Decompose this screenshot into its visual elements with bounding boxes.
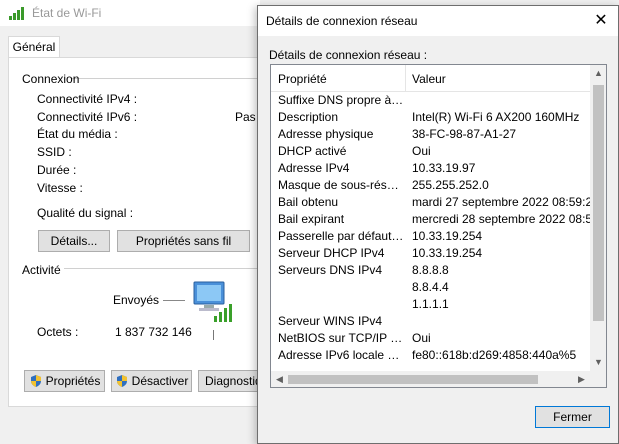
list-header: Propriété Valeur (271, 65, 591, 92)
details-button[interactable]: Détails... (38, 230, 110, 252)
close-icon[interactable]: ✕ (591, 12, 611, 30)
wifi-signal-icon (9, 7, 24, 20)
property-name: Description (278, 110, 339, 124)
properties-button-label: Propriétés (45, 374, 101, 388)
property-value: 38-FC-98-87-A1-27 (412, 127, 517, 141)
property-value: mercredi 28 septembre 2022 08:59:17 (412, 212, 607, 226)
divider (72, 78, 258, 79)
property-value: 255.255.252.0 (412, 178, 489, 192)
list-item[interactable]: Description Intel(R) Wi-Fi 6 AX200 160MHz (271, 109, 591, 126)
property-value: Oui (412, 144, 431, 158)
ipv4-connectivity-label: Connectivité IPv4 : (37, 92, 138, 106)
list-item[interactable]: 1.1.1.1 (271, 296, 591, 313)
activity-group-label: Activité (22, 263, 61, 277)
signal-quality-label: Qualité du signal : (37, 206, 134, 220)
connexion-group-label: Connexion (22, 72, 80, 86)
list-item[interactable]: 8.8.4.4 (271, 279, 591, 296)
scrollbar-thumb[interactable] (593, 85, 604, 321)
network-activity-icon (193, 281, 232, 322)
list-item[interactable]: Adresse IPv6 locale de li... fe80::618b:d… (271, 347, 591, 364)
disable-button-label: Désactiver (131, 374, 189, 388)
list-item[interactable]: Adresse physique 38-FC-98-87-A1-27 (271, 126, 591, 143)
property-name: Passerelle par défaut IPv4 (278, 229, 404, 243)
scrollbar-corner (590, 371, 606, 387)
property-name: DHCP activé (278, 144, 347, 158)
uac-shield-icon (116, 375, 127, 387)
title-bar: État de Wi-Fi (0, 0, 260, 26)
property-value: 10.33.19.254 (412, 246, 483, 260)
property-value: 1.1.1.1 (412, 297, 449, 311)
property-value: Intel(R) Wi-Fi 6 AX200 160MHz (412, 110, 580, 124)
list-item[interactable]: Bail obtenu mardi 27 septembre 2022 08:59… (271, 194, 599, 211)
property-value: fe80::618b:d269:4858:440a%5 (412, 348, 577, 362)
property-name: Bail expirant (278, 212, 345, 226)
list-item[interactable]: NetBIOS sur TCP/IP act... Oui (271, 330, 591, 347)
list-item[interactable]: Adresse IPv4 10.33.19.97 (271, 160, 591, 177)
scroll-up-icon[interactable]: ▲ (590, 65, 606, 82)
property-name: Bail obtenu (278, 195, 339, 209)
scrollbar-thumb[interactable] (288, 375, 538, 384)
duration-label: Durée : (37, 163, 77, 177)
dialog-title: Détails de connexion réseau (266, 14, 418, 28)
list-item[interactable]: Serveur DHCP IPv4 10.33.19.254 (271, 245, 591, 262)
column-header-value[interactable]: Valeur (412, 72, 446, 86)
uac-shield-icon (30, 375, 41, 387)
list-item[interactable]: DHCP activé Oui (271, 143, 591, 160)
scroll-left-icon[interactable]: ◀ (271, 371, 288, 387)
divider (213, 330, 214, 340)
divider (64, 268, 258, 269)
octets-sent-value: 1 837 732 146 (115, 325, 192, 339)
property-value: 10.33.19.97 (412, 161, 476, 175)
property-name: Adresse physique (278, 127, 374, 141)
property-value: mardi 27 septembre 2022 08:59:20 (412, 195, 599, 209)
property-value: 10.33.19.254 (412, 229, 483, 243)
close-button[interactable]: Fermer (535, 406, 610, 428)
divider (405, 65, 406, 91)
properties-button[interactable]: Propriétés (24, 370, 105, 392)
list-item[interactable]: Serveur WINS IPv4 (271, 313, 591, 330)
octets-label: Octets : (37, 325, 79, 339)
media-state-label: État du média : (37, 127, 118, 141)
divider (163, 300, 185, 301)
horizontal-scrollbar[interactable]: ◀ ▶ (271, 371, 590, 387)
property-name: Adresse IPv4 (278, 161, 350, 175)
property-name: Serveur DHCP IPv4 (278, 246, 385, 260)
property-name: NetBIOS sur TCP/IP act... (278, 331, 404, 345)
column-header-property[interactable]: Propriété (278, 72, 327, 86)
details-list[interactable]: Propriété Valeur Suffixe DNS propre à la… (270, 64, 607, 388)
list-item[interactable]: Masque de sous-réseau ... 255.255.252.0 (271, 177, 591, 194)
disable-button[interactable]: Désactiver (111, 370, 192, 392)
property-name: Masque de sous-réseau ... (278, 178, 404, 192)
list-item[interactable]: Passerelle par défaut IPv4 10.33.19.254 (271, 228, 591, 245)
speed-label: Vitesse : (37, 181, 83, 195)
property-name: Adresse IPv6 locale de li... (278, 348, 404, 362)
dialog-subtitle: Détails de connexion réseau : (269, 48, 428, 62)
dialog-title-bar: Détails de connexion réseau ✕ (258, 6, 618, 36)
vertical-scrollbar[interactable]: ▲ ▼ (590, 65, 606, 371)
property-name: Serveur WINS IPv4 (278, 314, 383, 328)
ssid-label: SSID : (37, 145, 72, 159)
tab-general[interactable]: Général (8, 36, 60, 58)
window-title: État de Wi-Fi (32, 6, 102, 20)
property-value: 8.8.8.8 (412, 263, 449, 277)
property-name: Serveurs DNS IPv4 (278, 263, 383, 277)
list-item[interactable]: Serveurs DNS IPv4 8.8.8.8 (271, 262, 591, 279)
network-details-dialog: Détails de connexion réseau ✕ Détails de… (257, 5, 619, 444)
property-value: Oui (412, 331, 431, 345)
scroll-right-icon[interactable]: ▶ (573, 371, 590, 387)
scroll-down-icon[interactable]: ▼ (590, 354, 606, 371)
diagnose-button[interactable]: Diagnostiq (198, 370, 260, 392)
sent-label: Envoyés (113, 293, 160, 307)
ipv6-connectivity-label: Connectivité IPv6 : (37, 110, 138, 124)
property-value: 8.8.4.4 (412, 280, 449, 294)
property-name: Suffixe DNS propre à la ... (278, 93, 404, 107)
wireless-properties-button[interactable]: Propriétés sans fil (117, 230, 250, 252)
list-item[interactable]: Bail expirant mercredi 28 septembre 2022 … (271, 211, 606, 228)
list-item[interactable]: Suffixe DNS propre à la ... (271, 92, 591, 109)
